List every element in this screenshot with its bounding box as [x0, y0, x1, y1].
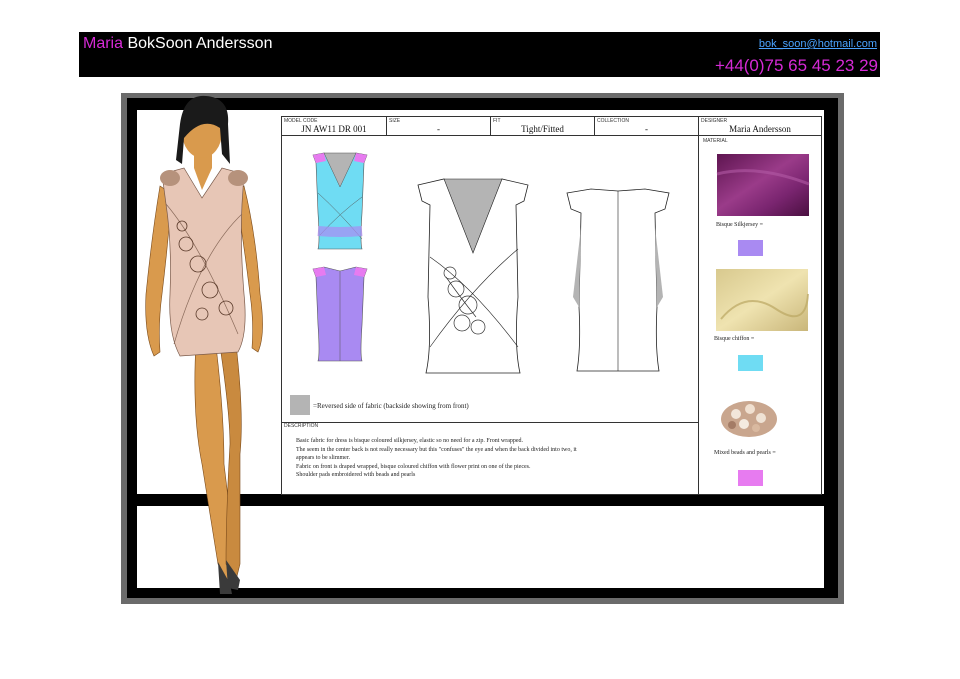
description-text: Basic fabric for dress is bisque coloure…	[296, 437, 676, 480]
beads-swatch-image	[721, 401, 777, 437]
chiffon-color-chip	[738, 355, 763, 371]
email-link[interactable]: bok_soon@hotmail.com	[759, 38, 877, 50]
header-banner: Maria BokSoon Andersson bok_soon@hotmail…	[79, 32, 880, 77]
front-color-flat	[312, 152, 368, 250]
beads-color-chip	[738, 470, 763, 486]
silkjersey-swatch-image	[716, 154, 810, 216]
description-label: DESCRIPTION	[284, 423, 319, 429]
spec-sheet: MODEL CODE JN AW11 DR 001 SIZE - FIT Tig…	[281, 116, 822, 495]
field-value: Maria Andersson	[729, 124, 791, 134]
front-line-sketch	[417, 178, 529, 374]
material-label: MATERIAL	[703, 138, 728, 144]
field-model-code: MODEL CODE JN AW11 DR 001	[282, 117, 387, 135]
field-value: JN AW11 DR 001	[301, 124, 367, 134]
divider	[698, 135, 699, 494]
field-collection: COLLECTION -	[595, 117, 699, 135]
description-line: Shoulder pads embroidered with beads and…	[296, 472, 416, 478]
silkjersey-color-chip	[738, 240, 763, 256]
field-designer: DESIGNER Maria Andersson	[699, 117, 821, 135]
designer-name: Maria BokSoon Andersson	[83, 35, 272, 53]
back-line-sketch	[566, 188, 670, 372]
first-name: Maria	[83, 35, 124, 52]
fashion-illustration	[145, 95, 263, 594]
back-color-flat	[312, 266, 368, 362]
material-name: Bisque chiffon =	[714, 336, 755, 342]
material-name: Bisque Silkjersey =	[716, 222, 764, 228]
description-line: Basic fabric for dress is bisque coloure…	[296, 438, 524, 444]
reversed-fabric-swatch	[290, 395, 310, 415]
field-size: SIZE -	[387, 117, 491, 135]
material-name: Mixed beads and pearls =	[714, 450, 776, 456]
field-value: -	[437, 124, 440, 134]
divider	[282, 422, 698, 423]
description-line: Fabric on front is draped wrapped, bisqu…	[296, 463, 531, 470]
description-line: appears to be slimmer.	[296, 455, 350, 461]
field-value: Tight/Fitted	[521, 124, 564, 134]
field-fit: FIT Tight/Fitted	[491, 117, 595, 135]
field-value: -	[645, 124, 648, 134]
chiffon-swatch-image	[716, 269, 809, 331]
last-name: BokSoon Andersson	[127, 35, 273, 52]
legend-text: =Reversed side of fabric (backside showi…	[313, 402, 469, 410]
description-line: The seem in the center back is not reall…	[296, 446, 577, 453]
divider	[282, 135, 821, 136]
phone-number: +44(0)75 65 45 23 29	[714, 56, 878, 75]
